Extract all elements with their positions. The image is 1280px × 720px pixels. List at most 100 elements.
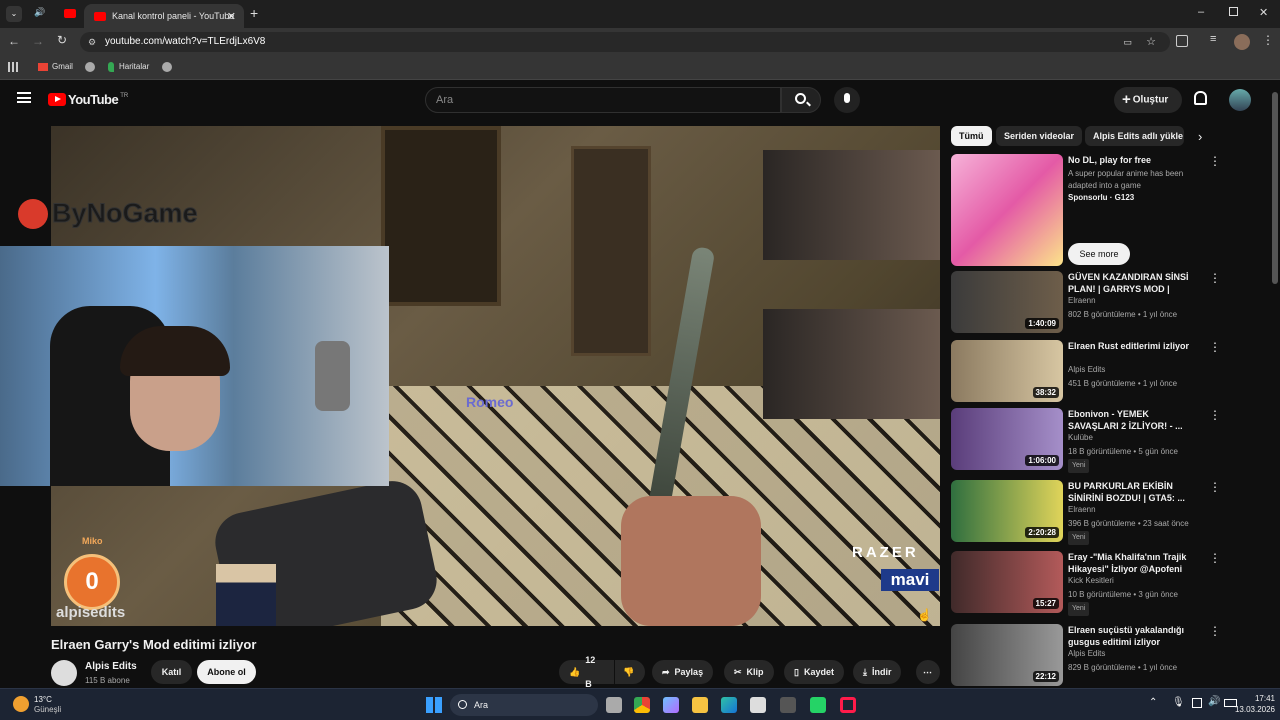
mic-tray-icon[interactable]: 🎙: [1172, 697, 1185, 708]
url-field[interactable]: ⚙ youtube.com/watch?v=TLErdjLx6V8 ☆ ▭: [80, 32, 1170, 52]
ad-item[interactable]: No DL, play for free A super popular ani…: [951, 154, 1251, 268]
bookmark-gmail[interactable]: Gmail: [38, 62, 73, 71]
video-title[interactable]: Eray -"Mia Khalifa'nın Trajik Hikayesi" …: [1068, 551, 1198, 575]
like-button[interactable]: 👍 12 B: [559, 655, 614, 689]
ad-see-more-button[interactable]: See more: [1068, 243, 1130, 265]
recommended-video[interactable]: 22:12 Elraen suçüstü yakalandığı gusgus e…: [951, 624, 1251, 688]
clock-date[interactable]: 13.03.2026: [1227, 705, 1275, 714]
video-thumbnail[interactable]: 38:32: [951, 340, 1063, 402]
bookmark-star-icon[interactable]: ☆: [1146, 32, 1156, 52]
dislike-button[interactable]: 👎: [615, 660, 645, 684]
channel-name[interactable]: Elraenn: [1068, 295, 1096, 307]
bookmark-haritalar[interactable]: Haritalar: [108, 62, 149, 72]
channel-name[interactable]: Alpis Edits: [85, 661, 137, 672]
chip-all[interactable]: Tümü: [951, 126, 992, 146]
ad-title[interactable]: No DL, play for free: [1068, 154, 1198, 166]
channel-name[interactable]: Alpis Edits: [1068, 364, 1105, 376]
reload-icon[interactable]: ↻: [57, 33, 67, 47]
clip-button[interactable]: ✂ Klip: [724, 660, 774, 684]
video-thumbnail[interactable]: 2:20:28: [951, 480, 1063, 542]
video-title[interactable]: Ebonivon - YEMEK SAVAŞLARI 2 İZLİYOR! - …: [1068, 408, 1198, 432]
weather-icon[interactable]: [13, 696, 29, 712]
task-view-icon[interactable]: [606, 697, 622, 713]
chip-channel-uploads[interactable]: Alpis Edits adlı yükle: [1085, 126, 1184, 146]
hamburger-menu-icon[interactable]: [17, 92, 31, 103]
close-tab-icon[interactable]: ✕: [227, 10, 236, 23]
video-thumbnail[interactable]: 1:40:09: [951, 271, 1063, 333]
download-button[interactable]: ⤓ İndir: [853, 660, 902, 684]
globe-icon[interactable]: [162, 62, 172, 72]
video-title[interactable]: GÜVEN KAZANDIRAN SİNSİ PLAN! | GARRYS MO…: [1068, 271, 1198, 295]
chip-series[interactable]: Seriden videolar: [996, 126, 1083, 146]
video-menu-icon[interactable]: ⋮: [1209, 480, 1221, 496]
create-button[interactable]: + Oluştur: [1114, 87, 1182, 113]
forward-icon[interactable]: →: [32, 34, 44, 48]
start-button[interactable]: [426, 697, 442, 713]
file-explorer-icon[interactable]: [692, 697, 708, 713]
channel-name[interactable]: Elraenn: [1068, 504, 1096, 516]
volume-icon[interactable]: 🔊: [1208, 696, 1220, 707]
ad-menu-icon[interactable]: ⋮: [1209, 154, 1221, 170]
audio-tab-icon[interactable]: 🔊: [34, 7, 45, 18]
recommended-video[interactable]: 1:06:00 Ebonivon - YEMEK SAVAŞLARI 2 İZLİ…: [951, 408, 1251, 473]
video-menu-icon[interactable]: ⋮: [1209, 271, 1221, 287]
tray-overflow-icon[interactable]: ⌃: [1149, 697, 1157, 708]
new-tab-button[interactable]: +: [250, 5, 258, 21]
channel-name[interactable]: Alpis Edits: [1068, 648, 1105, 660]
profile-avatar[interactable]: [1234, 34, 1250, 50]
minimize-button[interactable]: –: [1198, 6, 1204, 18]
channel-name[interactable]: Kick Kesitleri: [1068, 575, 1114, 587]
recommended-video[interactable]: 2:20:28 BU PARKURLAR EKİBİN SİNİRİNİ BOZD…: [951, 480, 1251, 545]
back-icon[interactable]: ←: [8, 34, 20, 48]
video-menu-icon[interactable]: ⋮: [1209, 624, 1221, 640]
more-actions-button[interactable]: ⋯: [916, 660, 940, 684]
close-window-button[interactable]: ✕: [1259, 6, 1268, 19]
ad-thumbnail[interactable]: [951, 154, 1063, 266]
search-button[interactable]: [781, 87, 821, 113]
video-thumbnail[interactable]: 1:06:00: [951, 408, 1063, 470]
recommended-video[interactable]: 15:27 Eray -"Mia Khalifa'nın Trajik Hikay…: [951, 551, 1251, 616]
channel-name[interactable]: Kulübe: [1068, 432, 1093, 444]
network-icon[interactable]: [1192, 698, 1202, 708]
video-title[interactable]: BU PARKURLAR EKİBİN SİNİRİNİ BOZDU! | GT…: [1068, 480, 1198, 504]
channel-avatar[interactable]: [51, 660, 77, 686]
chrome-icon[interactable]: [634, 697, 650, 713]
site-info-icon[interactable]: ⚙: [88, 32, 96, 52]
copilot-icon[interactable]: [663, 697, 679, 713]
clock-time[interactable]: 17:41: [1247, 694, 1275, 703]
save-button[interactable]: ▯ Kaydet: [784, 660, 844, 684]
youtube-logo[interactable]: YouTube TR: [48, 92, 128, 107]
video-menu-icon[interactable]: ⋮: [1209, 551, 1221, 567]
tab-list-button[interactable]: ⌄: [6, 6, 22, 22]
video-menu-icon[interactable]: ⋮: [1209, 340, 1221, 356]
app-icon[interactable]: [780, 697, 796, 713]
notifications-bell-icon[interactable]: [1194, 91, 1207, 105]
browser-menu-icon[interactable]: ⋮: [1262, 33, 1274, 47]
extensions-icon[interactable]: [1176, 35, 1188, 47]
page-scrollbar[interactable]: [1272, 92, 1278, 284]
video-title[interactable]: Elraen suçüstü yakalandığı gusgus editim…: [1068, 624, 1198, 648]
cast-icon[interactable]: ▭: [1123, 32, 1132, 52]
tab-youtube[interactable]: Kanal kontrol paneli - YouTube ✕: [84, 4, 244, 28]
join-button[interactable]: Katıl: [151, 660, 192, 684]
whatsapp-icon[interactable]: [810, 697, 826, 713]
globe-icon[interactable]: [85, 62, 95, 72]
share-button[interactable]: ➦ Paylaş: [652, 660, 714, 684]
account-avatar[interactable]: [1229, 89, 1251, 111]
chips-next-icon[interactable]: ›: [1198, 129, 1202, 144]
taskbar-search[interactable]: Ara: [450, 694, 598, 716]
video-menu-icon[interactable]: ⋮: [1209, 408, 1221, 424]
store-icon[interactable]: [750, 697, 766, 713]
apps-grid-icon[interactable]: [8, 62, 18, 72]
recommended-video[interactable]: 38:32 Elraen Rust editlerimi izliyor Alpis…: [951, 340, 1251, 404]
video-title[interactable]: Elraen Rust editlerimi izliyor: [1068, 340, 1198, 352]
voice-search-button[interactable]: [834, 87, 860, 113]
edge-icon[interactable]: [721, 697, 737, 713]
youtube-tab-icon[interactable]: [64, 9, 76, 18]
subscribe-button[interactable]: Abone ol: [197, 660, 256, 684]
opera-icon[interactable]: [840, 697, 856, 713]
recommended-video[interactable]: 1:40:09 GÜVEN KAZANDIRAN SİNSİ PLAN! | GA…: [951, 271, 1251, 335]
search-input[interactable]: Ara: [425, 87, 781, 113]
video-thumbnail[interactable]: 15:27: [951, 551, 1063, 613]
video-thumbnail[interactable]: 22:12: [951, 624, 1063, 686]
